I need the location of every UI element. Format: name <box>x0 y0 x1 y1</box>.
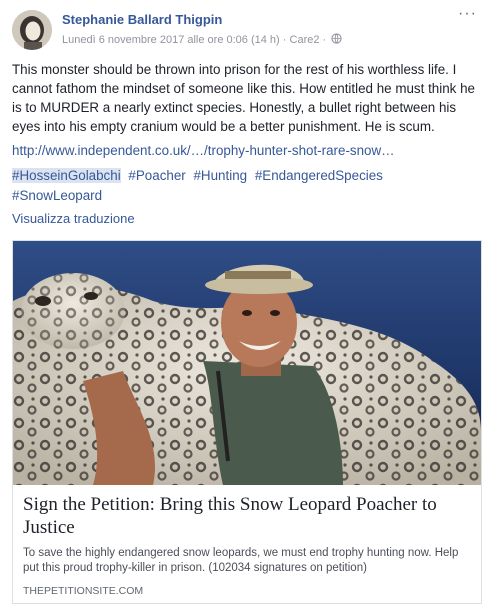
post-meta: Lunedì 6 novembre 2017 alle ore 0:06 (14… <box>62 33 342 47</box>
author-name[interactable]: Stephanie Ballard Thigpin <box>62 12 222 27</box>
globe-icon[interactable] <box>331 33 342 47</box>
card-title[interactable]: Sign the Petition: Bring this Snow Leopa… <box>23 493 471 539</box>
article-link[interactable]: http://www.independent.co.uk/…/trophy-hu… <box>12 143 395 158</box>
post-timestamp[interactable]: Lunedì 6 novembre 2017 alle ore 0:06 (14… <box>62 34 280 46</box>
author-avatar[interactable] <box>12 10 52 50</box>
more-options-button[interactable]: ··· <box>458 6 477 22</box>
translate-link[interactable]: Visualizza traduzione <box>12 211 135 226</box>
card-info[interactable]: Sign the Petition: Bring this Snow Leopa… <box>13 485 481 603</box>
avatar-portrait-icon <box>12 10 52 50</box>
hashtag[interactable]: #Poacher <box>128 168 185 183</box>
post-body: This monster should be thrown into priso… <box>12 62 475 134</box>
card-domain: THEPETITIONSITE.COM <box>23 585 144 597</box>
group-name[interactable]: Care2 <box>290 34 320 46</box>
meta-separator-2: · <box>322 33 327 46</box>
link-preview-card[interactable]: Sign the Petition: Bring this Snow Leopa… <box>12 240 482 604</box>
meta-separator: · <box>282 33 287 46</box>
hashtag[interactable]: #Hunting <box>193 168 247 183</box>
hashtag[interactable]: #HosseinGolabchi <box>12 168 121 183</box>
hunter-with-snow-leopard-photo <box>13 241 481 485</box>
card-photo[interactable] <box>13 241 481 485</box>
hashtag-list: #HosseinGolabchi #Poacher #Hunting #Enda… <box>12 166 472 206</box>
card-description: To save the highly endangered snow leopa… <box>23 547 459 574</box>
hashtag[interactable]: #EndangeredSpecies <box>255 168 383 183</box>
hashtag[interactable]: #SnowLeopard <box>12 188 102 203</box>
